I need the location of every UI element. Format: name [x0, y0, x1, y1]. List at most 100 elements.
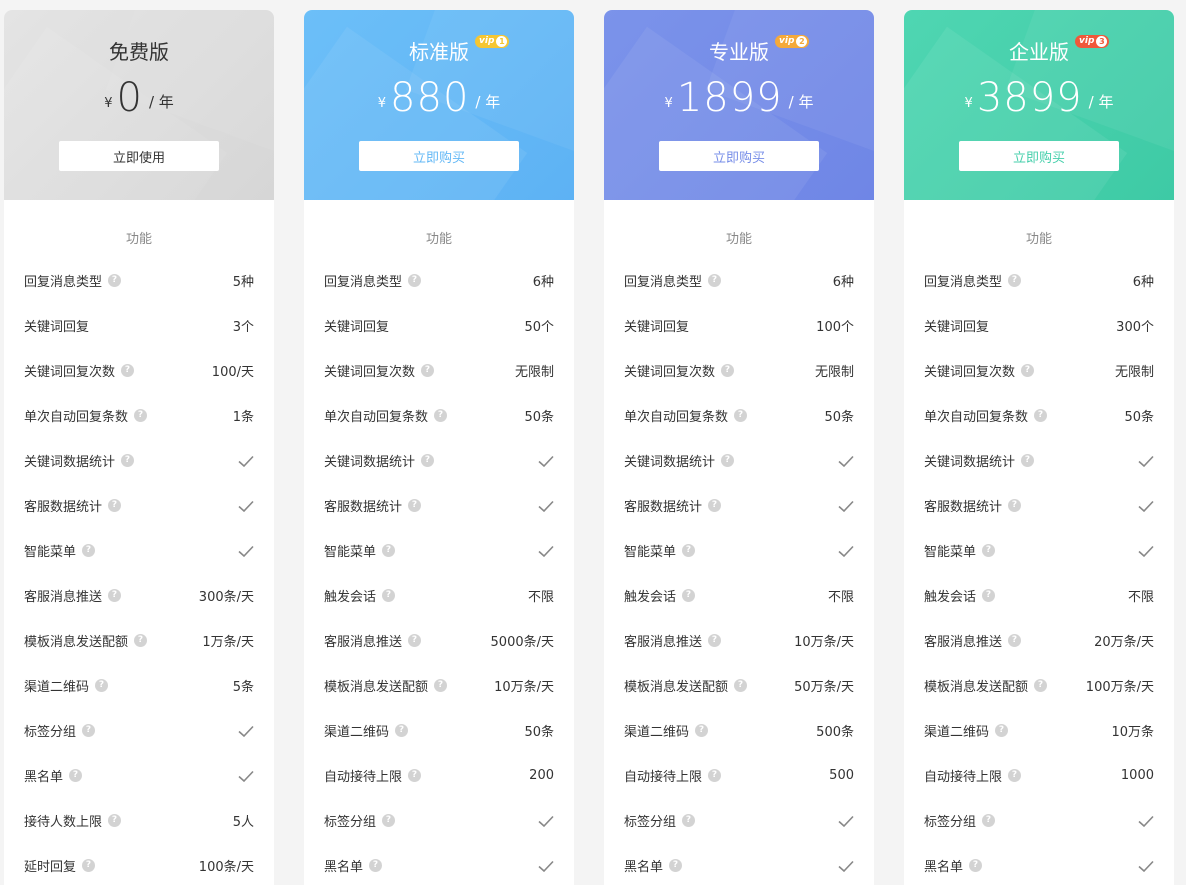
- help-icon[interactable]: ?: [1021, 364, 1035, 377]
- feature-label-wrap: 关键词数据统计?: [924, 451, 1035, 470]
- plan-card-free: 免费版 ¥0 / 年 立即使用 功能 回复消息类型? 5种 关键词回复 3个 关键词回复次…: [4, 10, 274, 885]
- feature-value: 无限制: [814, 365, 854, 380]
- plan-price: ¥1899 / 年: [604, 74, 874, 122]
- help-icon[interactable]: ?: [434, 409, 448, 422]
- buy-now-button[interactable]: 立即购买: [359, 141, 519, 171]
- feature-row: 关键词回复 3个: [4, 303, 274, 348]
- help-icon[interactable]: ?: [121, 364, 135, 377]
- feature-row: 客服消息推送? 10万条/天: [604, 618, 874, 663]
- feature-label-wrap: 关键词数据统计?: [24, 451, 135, 470]
- help-icon[interactable]: ?: [708, 274, 722, 287]
- feature-label: 触发会话: [924, 590, 977, 605]
- help-icon[interactable]: ?: [708, 499, 722, 512]
- help-icon[interactable]: ?: [682, 589, 696, 602]
- feature-value: 500: [829, 768, 854, 783]
- feature-row: 自动接待上限? 200: [304, 753, 574, 798]
- help-icon[interactable]: ?: [382, 589, 396, 602]
- help-icon[interactable]: ?: [82, 859, 96, 872]
- help-icon[interactable]: ?: [382, 544, 396, 557]
- help-icon[interactable]: ?: [134, 409, 148, 422]
- help-icon[interactable]: ?: [408, 769, 422, 782]
- feature-label: 模板消息发送配额: [24, 635, 129, 650]
- help-icon[interactable]: ?: [382, 814, 396, 827]
- help-icon[interactable]: ?: [721, 454, 735, 467]
- help-icon[interactable]: ?: [1008, 634, 1022, 647]
- help-icon[interactable]: ?: [82, 544, 96, 557]
- help-icon[interactable]: ?: [1008, 499, 1022, 512]
- feature-row: 单次自动回复条数? 50条: [604, 393, 874, 438]
- help-icon[interactable]: ?: [82, 724, 96, 737]
- help-icon[interactable]: ?: [708, 634, 722, 647]
- help-icon[interactable]: ?: [108, 499, 122, 512]
- feature-label-wrap: 客服消息推送?: [624, 631, 722, 650]
- feature-label: 关键词回复次数: [924, 365, 1016, 380]
- help-icon[interactable]: ?: [408, 274, 422, 287]
- help-icon[interactable]: ?: [408, 634, 422, 647]
- feature-label-wrap: 关键词回复次数?: [624, 361, 735, 380]
- feature-row: 接待人数上限? 5人: [4, 798, 274, 843]
- help-icon[interactable]: ?: [669, 859, 683, 872]
- feature-value: 6种: [532, 275, 554, 290]
- feature-label: 智能菜单: [624, 545, 677, 560]
- feature-label: 关键词回复: [924, 320, 990, 335]
- help-icon[interactable]: ?: [108, 589, 122, 602]
- help-icon[interactable]: ?: [108, 814, 122, 827]
- help-icon[interactable]: ?: [1034, 679, 1048, 692]
- help-icon[interactable]: ?: [695, 724, 709, 737]
- buy-now-button[interactable]: 立即购买: [959, 141, 1119, 171]
- price-period: / 年: [788, 93, 814, 111]
- feature-label: 回复消息类型: [624, 275, 703, 290]
- help-icon[interactable]: ?: [95, 679, 109, 692]
- use-now-button[interactable]: 立即使用: [59, 141, 219, 171]
- help-icon[interactable]: ?: [982, 544, 996, 557]
- feature-label-wrap: 模板消息发送配额?: [924, 676, 1048, 695]
- feature-label: 单次自动回复条数: [624, 410, 729, 425]
- feature-row: 模板消息发送配额? 100万条/天: [904, 663, 1174, 708]
- help-icon[interactable]: ?: [69, 769, 83, 782]
- help-icon[interactable]: ?: [369, 859, 383, 872]
- help-icon[interactable]: ?: [734, 679, 748, 692]
- feature-row: 关键词数据统计?: [604, 438, 874, 483]
- check-icon: [238, 545, 254, 557]
- feature-label-wrap: 客服数据统计?: [624, 496, 722, 515]
- feature-label: 回复消息类型: [924, 275, 1003, 290]
- help-icon[interactable]: ?: [708, 769, 722, 782]
- plan-price: ¥3899 / 年: [904, 74, 1174, 122]
- feature-row: 标签分组?: [304, 798, 574, 843]
- feature-value: 6种: [1132, 275, 1154, 290]
- feature-label-wrap: 单次自动回复条数?: [24, 406, 148, 425]
- help-icon[interactable]: ?: [1008, 769, 1022, 782]
- help-icon[interactable]: ?: [134, 634, 148, 647]
- help-icon[interactable]: ?: [969, 859, 983, 872]
- vip-badge: vip 2: [775, 35, 810, 48]
- feature-label-wrap: 触发会话?: [624, 586, 696, 605]
- help-icon[interactable]: ?: [1021, 454, 1035, 467]
- currency-symbol: ¥: [664, 96, 673, 111]
- feature-row: 黑名单?: [304, 843, 574, 885]
- feature-row: 单次自动回复条数? 50条: [904, 393, 1174, 438]
- check-icon: [838, 500, 854, 512]
- buy-now-button[interactable]: 立即购买: [659, 141, 819, 171]
- help-icon[interactable]: ?: [982, 589, 996, 602]
- feature-row: 模板消息发送配额? 50万条/天: [604, 663, 874, 708]
- help-icon[interactable]: ?: [1008, 274, 1022, 287]
- help-icon[interactable]: ?: [408, 499, 422, 512]
- feature-label: 客服数据统计: [324, 500, 403, 515]
- feature-label: 客服数据统计: [924, 500, 1003, 515]
- help-icon[interactable]: ?: [434, 679, 448, 692]
- help-icon[interactable]: ?: [734, 409, 748, 422]
- help-icon[interactable]: ?: [995, 724, 1009, 737]
- help-icon[interactable]: ?: [721, 364, 735, 377]
- feature-label-wrap: 黑名单?: [24, 766, 83, 785]
- help-icon[interactable]: ?: [108, 274, 122, 287]
- help-icon[interactable]: ?: [421, 364, 435, 377]
- help-icon[interactable]: ?: [682, 814, 696, 827]
- help-icon[interactable]: ?: [1034, 409, 1048, 422]
- help-icon[interactable]: ?: [395, 724, 409, 737]
- feature-label: 渠道二维码: [324, 725, 390, 740]
- help-icon[interactable]: ?: [682, 544, 696, 557]
- help-icon[interactable]: ?: [982, 814, 996, 827]
- help-icon[interactable]: ?: [121, 454, 135, 467]
- help-icon[interactable]: ?: [421, 454, 435, 467]
- feature-label: 关键词数据统计: [24, 455, 116, 470]
